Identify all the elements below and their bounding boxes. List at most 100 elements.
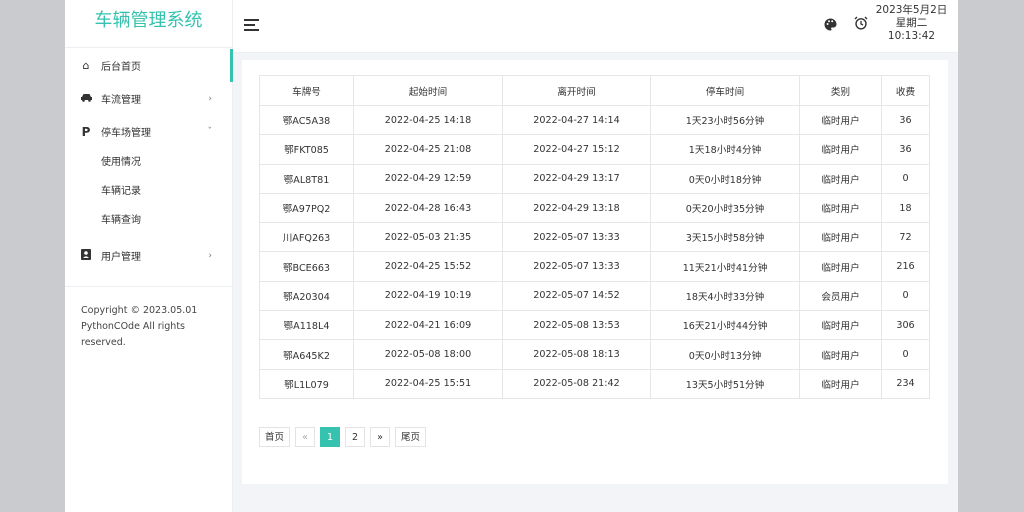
sidebar-item-label: 用户管理 bbox=[101, 252, 141, 263]
table-cell: 鄂L1L079 bbox=[259, 368, 354, 399]
current-date: 2023年5月2日 bbox=[875, 4, 948, 16]
table-cell: 鄂FKT085 bbox=[259, 134, 354, 165]
user-card-icon bbox=[79, 248, 93, 263]
table-cell: 11天21小时41分钟 bbox=[650, 251, 800, 282]
table-cell: 2022-04-25 14:18 bbox=[353, 104, 503, 136]
table-cell: 临时用户 bbox=[799, 134, 882, 165]
column-header: 车牌号 bbox=[259, 75, 354, 106]
table-cell: 2022-04-29 12:59 bbox=[353, 163, 503, 194]
table-cell: 2022-05-08 21:42 bbox=[502, 368, 651, 399]
table-cell: 0 bbox=[881, 339, 930, 370]
table-row: 川AFQ263 2022-05-03 21:35 2022-05-07 13:33 3… bbox=[259, 222, 930, 253]
column-header: 类别 bbox=[799, 75, 882, 106]
table-cell: 鄂BCE663 bbox=[259, 251, 354, 282]
table-cell: 临时用户 bbox=[799, 192, 882, 224]
table-cell: 川AFQ263 bbox=[259, 222, 354, 253]
table-cell: 72 bbox=[881, 222, 930, 253]
current-time: 10:13:42 bbox=[887, 30, 936, 42]
table-cell: 2022-04-28 16:43 bbox=[353, 192, 503, 224]
app-window: 车辆管理系统 ⌂ 后台首页 车流管理 › P 停车场管理 ˇ 使用情况 车辆记录… bbox=[65, 0, 958, 512]
table-cell: 鄂A97PQ2 bbox=[259, 192, 354, 224]
table-cell: 3天15小时58分钟 bbox=[650, 222, 800, 253]
chevron-right-icon: › bbox=[208, 93, 212, 104]
table-cell: 2022-04-25 21:08 bbox=[353, 134, 503, 165]
table-cell: 13天5小时51分钟 bbox=[650, 368, 800, 399]
table-cell: 306 bbox=[881, 310, 930, 341]
column-header: 起始时间 bbox=[353, 75, 503, 106]
page-1-button[interactable]: 1 bbox=[320, 427, 341, 447]
current-weekday: 星期二 bbox=[895, 17, 928, 29]
submenu-item-usage[interactable]: 使用情况 bbox=[65, 148, 232, 177]
pagination: 首页 « 1 2 » 尾页 bbox=[259, 427, 427, 447]
table-cell: 鄂A20304 bbox=[259, 280, 354, 312]
table-cell: 会员用户 bbox=[799, 280, 882, 312]
table-cell: 2022-04-29 13:18 bbox=[502, 192, 651, 224]
backdrop-right bbox=[958, 0, 1024, 512]
sidebar-item-parking[interactable]: P 停车场管理 ˇ bbox=[65, 115, 232, 148]
submenu-item-search[interactable]: 车辆查询 bbox=[65, 206, 232, 235]
table-cell: 216 bbox=[881, 251, 930, 282]
brand-title: 车辆管理系统 bbox=[65, 0, 232, 48]
table-cell: 1天23小时56分钟 bbox=[650, 104, 800, 136]
column-header: 离开时间 bbox=[502, 75, 651, 106]
table-cell: 2022-04-27 14:14 bbox=[502, 104, 651, 136]
table-row: 鄂BCE663 2022-04-25 15:52 2022-05-07 13:33 1… bbox=[259, 251, 930, 282]
table-cell: 36 bbox=[881, 134, 930, 165]
sidebar-item-label: 停车场管理 bbox=[101, 128, 151, 139]
table-cell: 2022-04-25 15:52 bbox=[353, 251, 503, 282]
parking-icon: P bbox=[81, 124, 91, 139]
sidebar-menu: ⌂ 后台首页 车流管理 › P 停车场管理 ˇ 使用情况 车辆记录 车辆查询 用… bbox=[65, 49, 233, 272]
first-page-button[interactable]: 首页 bbox=[259, 427, 291, 447]
table-cell: 1天18小时4分钟 bbox=[650, 134, 800, 165]
table-cell: 18天4小时33分钟 bbox=[650, 280, 800, 312]
sidebar-item-label: 后台首页 bbox=[101, 62, 141, 73]
table-row: 鄂FKT085 2022-04-25 21:08 2022-04-27 15:12 1… bbox=[259, 134, 930, 165]
alarm-clock-icon[interactable] bbox=[854, 16, 868, 34]
parking-records-table: 车牌号 起始时间 离开时间 停车时间 类别 收费 鄂AC5A38 2022-04-… bbox=[259, 75, 930, 399]
prev-page-button[interactable]: « bbox=[295, 427, 316, 447]
sidebar-item-label: 车流管理 bbox=[101, 95, 141, 106]
next-page-button[interactable]: » bbox=[370, 427, 391, 447]
table-cell: 16天21小时44分钟 bbox=[650, 310, 800, 341]
page-2-button[interactable]: 2 bbox=[345, 427, 366, 447]
table-cell: 2022-05-07 13:33 bbox=[502, 222, 651, 253]
copyright-text: Copyright © 2023.05.01 PythonCOde All ri… bbox=[81, 305, 198, 348]
chevron-right-icon: › bbox=[208, 250, 212, 261]
table-cell: 0天0小时18分钟 bbox=[650, 163, 800, 194]
table-cell: 234 bbox=[881, 368, 930, 399]
sidebar-item-users[interactable]: 用户管理 › bbox=[65, 239, 232, 272]
table-row: 鄂AC5A38 2022-04-25 14:18 2022-04-27 14:14 1… bbox=[259, 104, 930, 136]
column-header: 收费 bbox=[881, 75, 930, 106]
table-row: 鄂AL8T81 2022-04-29 12:59 2022-04-29 13:17 0… bbox=[259, 163, 930, 194]
top-header: 2023年5月2日 星期二 10:13:42 bbox=[233, 0, 958, 53]
table-header-row: 车牌号 起始时间 离开时间 停车时间 类别 收费 bbox=[259, 75, 930, 106]
submenu-item-records[interactable]: 车辆记录 bbox=[65, 177, 232, 206]
table-cell: 临时用户 bbox=[799, 163, 882, 194]
last-page-button[interactable]: 尾页 bbox=[395, 427, 427, 447]
table-cell: 18 bbox=[881, 192, 930, 224]
table-cell: 临时用户 bbox=[799, 339, 882, 370]
table-cell: 临时用户 bbox=[799, 310, 882, 341]
sidebar-item-home[interactable]: ⌂ 后台首页 bbox=[65, 49, 233, 82]
sidebar-item-traffic[interactable]: 车流管理 › bbox=[65, 82, 232, 115]
column-header: 停车时间 bbox=[650, 75, 800, 106]
car-icon bbox=[79, 92, 93, 105]
table-cell: 临时用户 bbox=[799, 251, 882, 282]
table-cell: 临时用户 bbox=[799, 222, 882, 253]
table-cell: 0 bbox=[881, 280, 930, 312]
table-cell: 2022-04-25 15:51 bbox=[353, 368, 503, 399]
sidebar: 车辆管理系统 ⌂ 后台首页 车流管理 › P 停车场管理 ˇ 使用情况 车辆记录… bbox=[65, 0, 233, 512]
table-row: 鄂A20304 2022-04-19 10:19 2022-05-07 14:52 1… bbox=[259, 280, 930, 312]
menu-toggle-icon[interactable] bbox=[244, 19, 259, 31]
table-cell: 2022-04-27 15:12 bbox=[502, 134, 651, 165]
table-cell: 2022-05-08 18:00 bbox=[353, 339, 503, 370]
table-cell: 0天0小时13分钟 bbox=[650, 339, 800, 370]
palette-icon[interactable] bbox=[824, 18, 837, 35]
records-card: 车牌号 起始时间 离开时间 停车时间 类别 收费 鄂AC5A38 2022-04-… bbox=[242, 60, 948, 484]
table-cell: 鄂AL8T81 bbox=[259, 163, 354, 194]
table-cell: 临时用户 bbox=[799, 104, 882, 136]
backdrop-left bbox=[0, 0, 65, 512]
datetime-display: 2023年5月2日 星期二 10:13:42 bbox=[873, 4, 950, 43]
table-cell: 2022-05-07 13:33 bbox=[502, 251, 651, 282]
table-row: 鄂A97PQ2 2022-04-28 16:43 2022-04-29 13:18 0… bbox=[259, 192, 930, 224]
